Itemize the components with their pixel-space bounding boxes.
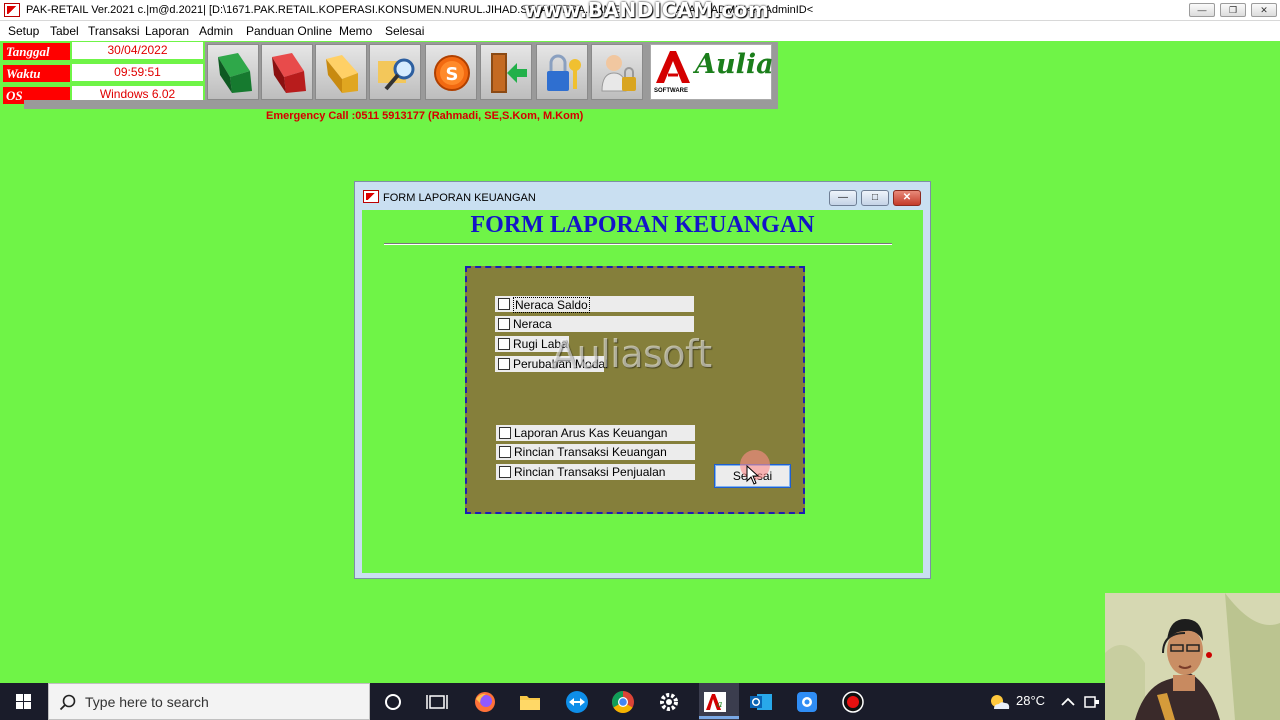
dialog-maximize-button[interactable]: □ [861, 190, 889, 206]
recording-watermark: www.BANDICAM.com [524, 0, 770, 22]
lock-key-button[interactable] [536, 44, 588, 100]
option-label: Rincian Transaksi Penjualan [514, 465, 666, 479]
menu-transaksi[interactable]: Transaksi [88, 24, 140, 38]
checkbox[interactable] [498, 338, 510, 350]
restore-button[interactable]: ❐ [1220, 3, 1246, 17]
active-indicator [699, 716, 739, 719]
tanggal-value: 30/04/2022 [72, 42, 203, 59]
user-lock-button[interactable] [591, 44, 643, 100]
cortana-icon[interactable] [380, 689, 406, 715]
dialog-minimize-button[interactable]: — [829, 190, 857, 206]
windows-taskbar: Type here to search a 28°C [0, 683, 1280, 720]
waktu-value: 09:59:51 [72, 64, 203, 81]
mouse-cursor-icon [746, 465, 760, 485]
dialog-app-icon [363, 190, 379, 203]
option-rincian-transaksi-keuangan[interactable]: Rincian Transaksi Keuangan [496, 444, 695, 460]
option-rincian-transaksi-penjualan[interactable]: Rincian Transaksi Penjualan [496, 464, 695, 480]
option-label: Laporan Arus Kas Keuangan [514, 426, 668, 440]
tray-device-icon[interactable] [1079, 689, 1105, 715]
dialog-close-button[interactable]: ✕ [893, 190, 921, 206]
option-neraca[interactable]: Neraca [495, 316, 694, 332]
task-view-icon[interactable] [424, 689, 450, 715]
search-icon [59, 694, 76, 711]
settings-gear-icon[interactable] [656, 689, 682, 715]
option-label: Neraca Saldo [513, 297, 590, 313]
toolbar-bottom-edge [24, 100, 205, 109]
dialog-title-bar: FORM LAPORAN KEUANGAN — □ ✕ [355, 182, 930, 210]
option-neraca-saldo[interactable]: Neraca Saldo [495, 296, 694, 313]
menu-laporan[interactable]: Laporan [145, 24, 189, 38]
taskbar-search-box[interactable]: Type here to search [48, 683, 370, 720]
checkbox[interactable] [498, 298, 510, 310]
magnifier-folder-icon [378, 58, 415, 91]
checkbox[interactable] [499, 446, 511, 458]
menu-tabel[interactable]: Tabel [50, 24, 79, 38]
tray-chevron-up-icon[interactable] [1055, 689, 1081, 715]
app-icon [4, 3, 20, 17]
form-laporan-keuangan-window: FORM LAPORAN KEUANGAN — □ ✕ FORM LAPORAN… [354, 181, 931, 579]
camera-app-icon[interactable] [794, 689, 820, 715]
outlook-icon[interactable] [748, 689, 774, 715]
option-laporan-arus-kas-keuangan[interactable]: Laporan Arus Kas Keuangan [496, 425, 695, 441]
menu-selesai[interactable]: Selesai [385, 24, 424, 38]
file-explorer-icon[interactable] [517, 689, 543, 715]
padlock-key-icon [547, 54, 581, 91]
heading-divider [384, 243, 892, 245]
svg-text:S: S [446, 64, 459, 85]
minimize-button[interactable]: — [1189, 3, 1215, 17]
user-padlock-icon [601, 55, 636, 92]
auliasoft-watermark: Auliasoft [551, 332, 712, 376]
weather-icon[interactable] [986, 689, 1012, 715]
menu-memo[interactable]: Memo [339, 24, 372, 38]
checkbox[interactable] [499, 427, 511, 439]
dialog-body: FORM LAPORAN KEUANGAN [362, 210, 923, 573]
tanggal-label: Tanggal [3, 43, 70, 60]
folder-icon [326, 55, 358, 93]
emergency-call-text: Emergency Call :0511 5913177 (Rahmadi, S… [266, 110, 584, 122]
presenter-video-image [1105, 593, 1280, 720]
s-coin-button[interactable]: S [425, 44, 477, 100]
green-book-button[interactable] [207, 44, 259, 100]
teamviewer-icon[interactable] [564, 689, 590, 715]
chrome-icon[interactable] [610, 689, 636, 715]
red-book-button[interactable] [261, 44, 313, 100]
red-book-icon [272, 53, 306, 93]
door-exit-icon [491, 53, 527, 93]
bandicam-record-icon[interactable] [840, 689, 866, 715]
search-placeholder: Type here to search [85, 694, 209, 710]
close-button[interactable]: ✕ [1251, 3, 1277, 17]
aulia-software-logo: SOFTWARE Aulia [650, 44, 774, 100]
folder-button[interactable] [315, 44, 367, 100]
option-label: Rincian Transaksi Keuangan [514, 445, 667, 459]
menu-panduan-online[interactable]: Panduan Online [246, 24, 332, 38]
start-button[interactable] [0, 683, 48, 720]
checkbox[interactable] [499, 466, 511, 478]
webcam-overlay [1105, 593, 1280, 720]
search-folder-button[interactable] [369, 44, 421, 100]
waktu-label: Waktu [3, 65, 70, 82]
green-book-icon [218, 53, 252, 93]
s-coin-icon: S [434, 55, 470, 91]
temperature-text: 28°C [1016, 693, 1046, 708]
menu-setup[interactable]: Setup [8, 24, 39, 38]
checkbox[interactable] [498, 358, 510, 370]
svg-text:a: a [717, 700, 722, 710]
form-heading: FORM LAPORAN KEUANGAN [470, 212, 815, 238]
exit-door-button[interactable] [480, 44, 532, 100]
pak-retail-app-icon[interactable]: a [702, 689, 728, 715]
windows-logo-icon [16, 694, 31, 709]
menu-admin[interactable]: Admin [199, 24, 233, 38]
dialog-title: FORM LAPORAN KEUANGAN [383, 192, 536, 204]
option-label: Neraca [513, 317, 552, 331]
checkbox[interactable] [498, 318, 510, 330]
a-logo-icon [656, 51, 690, 83]
app-title-bar: PAK-RETAIL Ver.2021 c.|m@d.2021| [D:\167… [0, 0, 1280, 22]
menu-bar: Setup Tabel Transaksi Laporan Admin Pand… [0, 21, 1280, 41]
firefox-icon[interactable] [472, 689, 498, 715]
